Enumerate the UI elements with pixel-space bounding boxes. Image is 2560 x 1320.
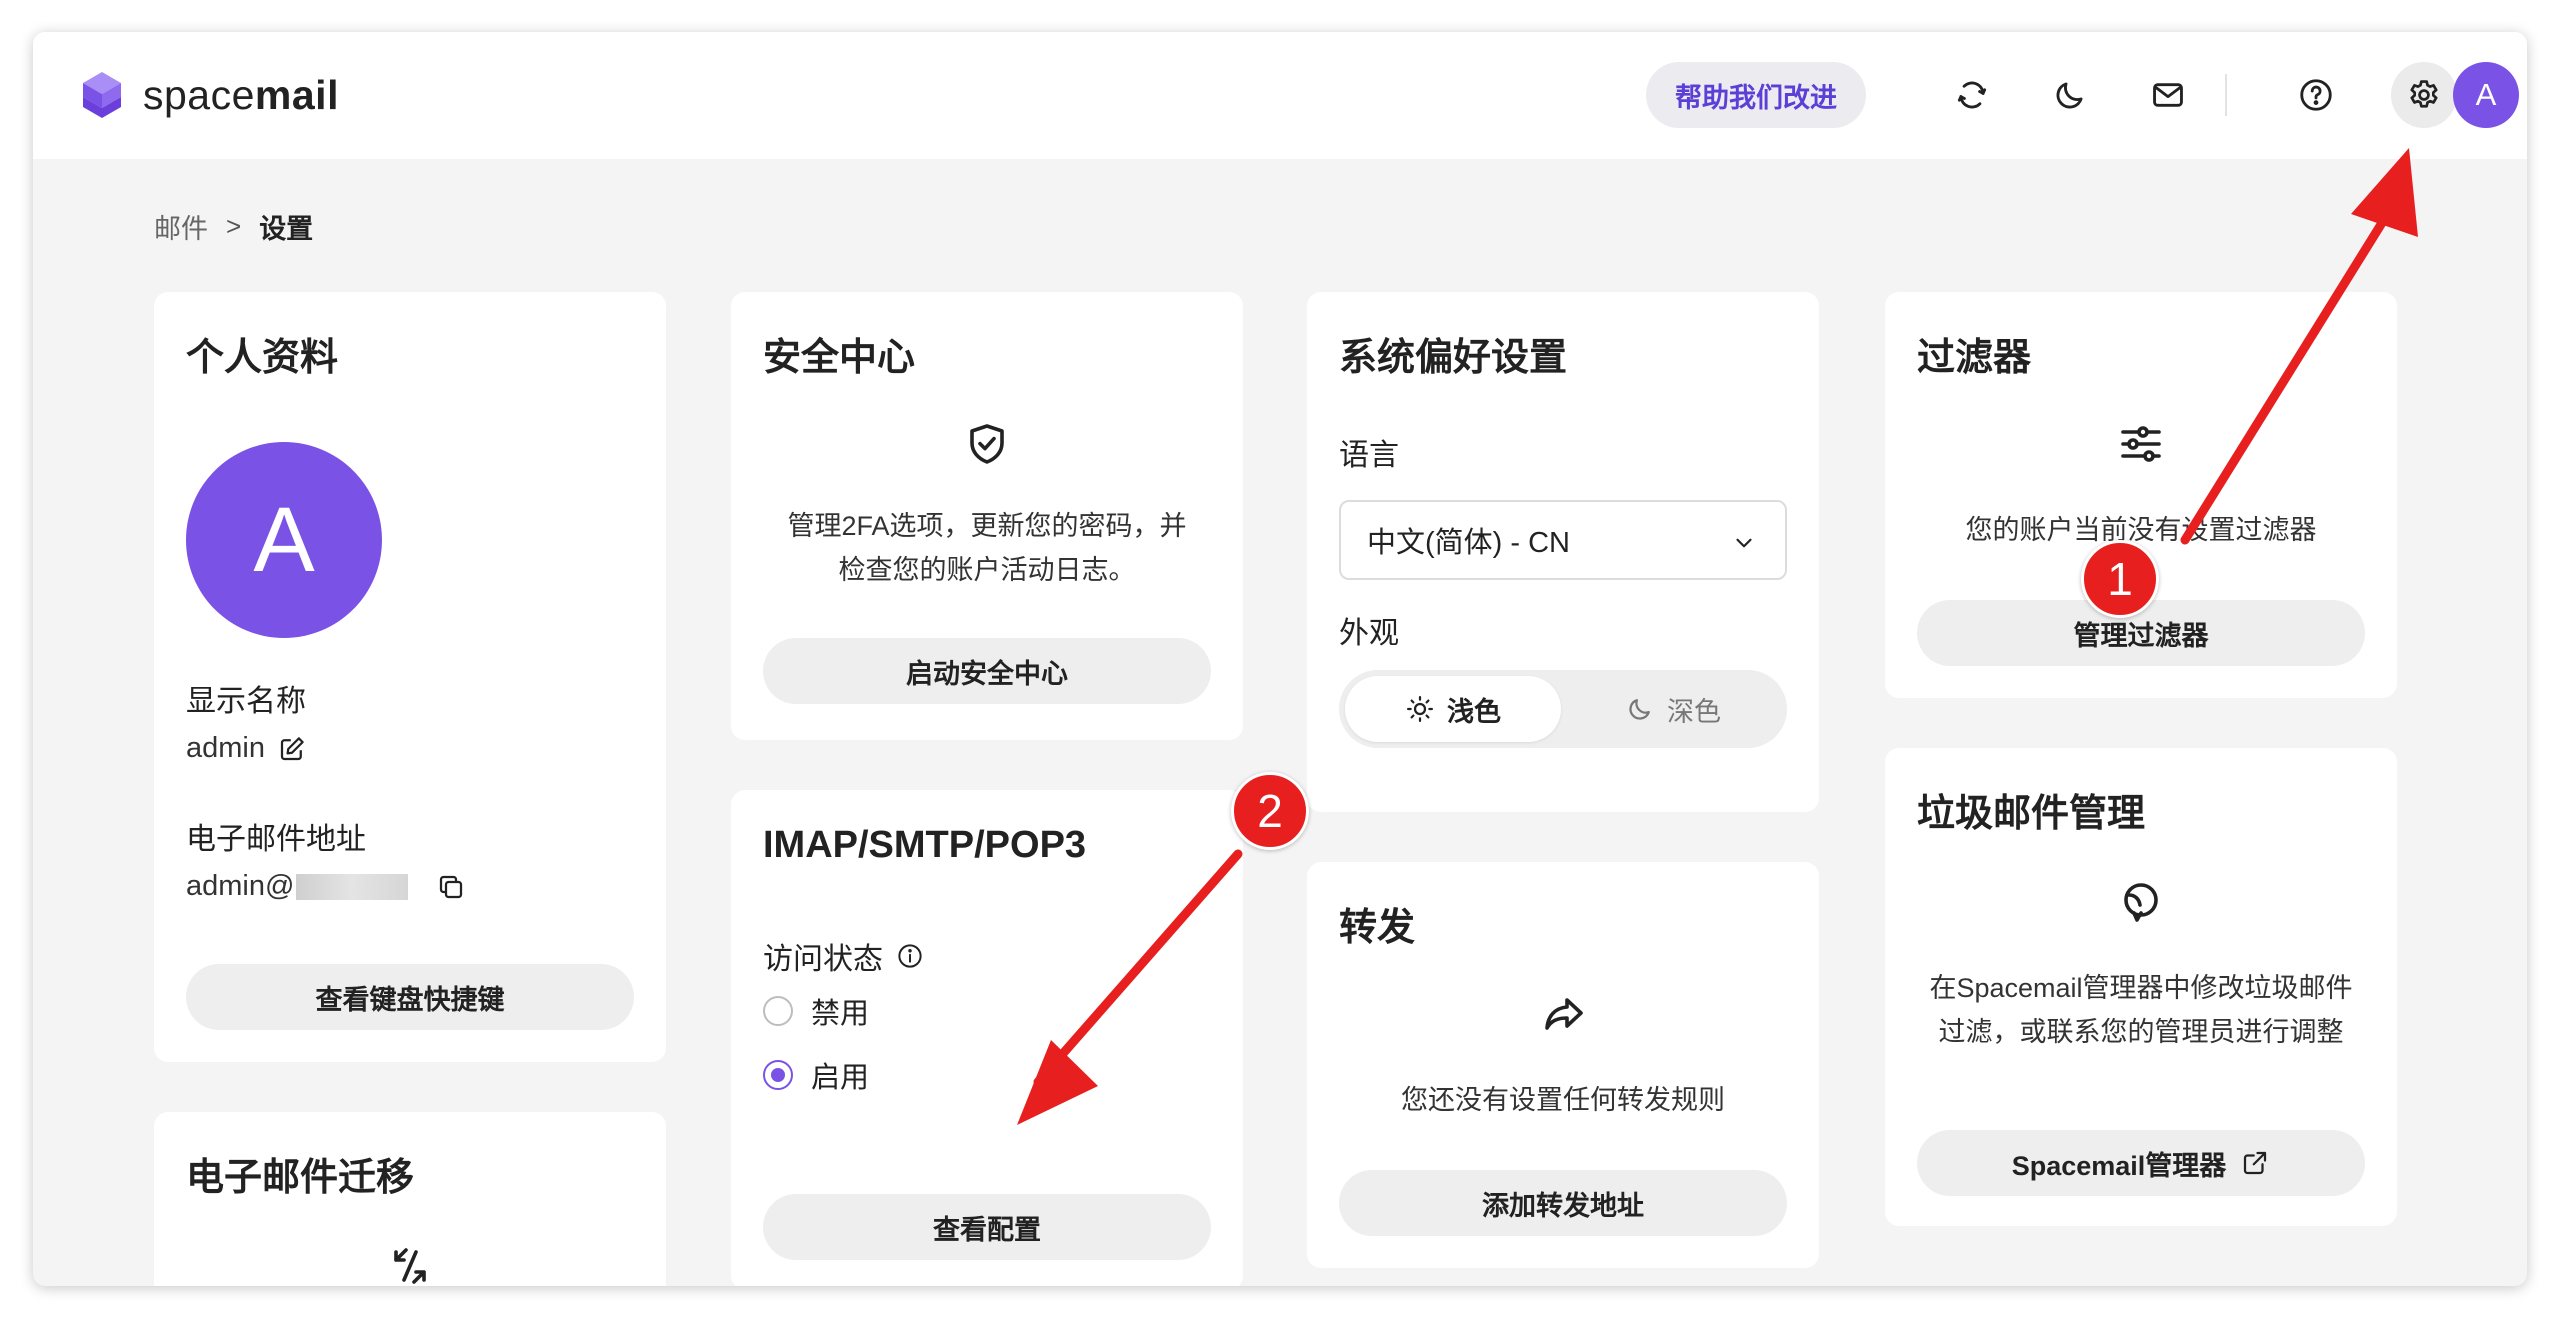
annotation-arrowhead-2 xyxy=(1017,1040,1098,1125)
annotation-badge-1: 1 xyxy=(2081,540,2159,618)
annotation-arrowhead-1 xyxy=(2351,148,2418,237)
annotation-badge-2: 2 xyxy=(1231,772,1309,850)
annotation-arrows xyxy=(1017,148,2418,1125)
annotation-arrow-2 xyxy=(1033,849,1243,1087)
app-window: spacemail 帮助我们改进 A 邮件 > 设置 个人资料 A 显示名称 a… xyxy=(33,32,2527,1286)
annotation-arrow-1 xyxy=(2180,213,2390,545)
